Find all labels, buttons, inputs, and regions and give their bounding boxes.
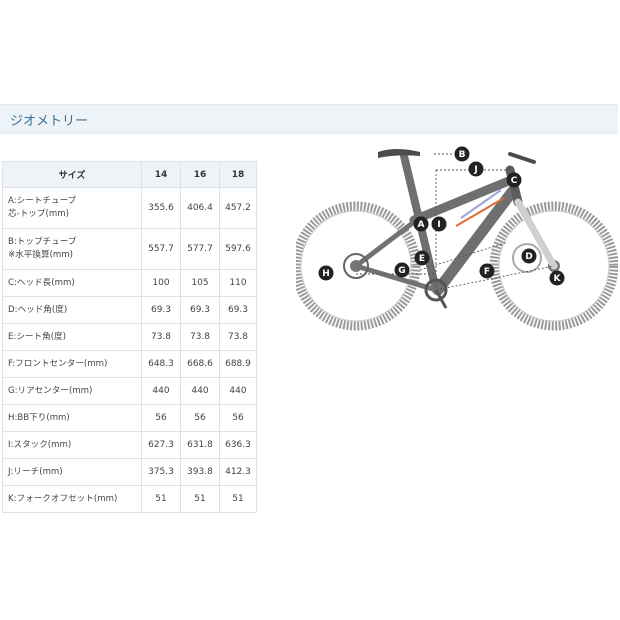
row-label: G:リアセンター(mm) xyxy=(2,377,142,405)
row-label: D:ヘッド角(度) xyxy=(2,296,142,324)
cell-value: 51 xyxy=(141,485,181,513)
cell-value: 100 xyxy=(141,269,181,297)
marker-i: I xyxy=(431,216,447,232)
cell-value: 688.9 xyxy=(219,350,257,378)
cell-value: 56 xyxy=(141,404,181,432)
header-size-16: 16 xyxy=(180,161,220,188)
marker-j: J xyxy=(468,161,484,177)
marker-g: G xyxy=(394,262,410,278)
bike-frame xyxy=(343,152,558,309)
cell-value: 406.4 xyxy=(180,187,220,229)
header-size: サイズ xyxy=(2,161,142,188)
cell-value: 440 xyxy=(180,377,220,405)
cell-value: 440 xyxy=(141,377,181,405)
cell-value: 51 xyxy=(219,485,257,513)
table-row: D:ヘッド角(度) 69.3 69.3 69.3 xyxy=(2,296,257,324)
row-label: I:スタック(mm) xyxy=(2,431,142,459)
cell-value: 557.7 xyxy=(141,228,181,270)
cell-value: 627.3 xyxy=(141,431,181,459)
svg-text:F: F xyxy=(484,267,490,277)
cell-value: 648.3 xyxy=(141,350,181,378)
row-label: H:BB下り(mm) xyxy=(2,404,142,432)
marker-f: F xyxy=(479,263,495,279)
cell-value: 69.3 xyxy=(141,296,181,324)
cell-value: 355.6 xyxy=(141,187,181,229)
table-row: J:リーチ(mm) 375.3 393.8 412.3 xyxy=(2,458,257,486)
cell-value: 412.3 xyxy=(219,458,257,486)
svg-text:D: D xyxy=(525,252,532,262)
table-row: E:シート角(度) 73.8 73.8 73.8 xyxy=(2,323,257,351)
table-row: G:リアセンター(mm) 440 440 440 xyxy=(2,377,257,405)
row-label: K:フォークオフセット(mm) xyxy=(2,485,142,513)
handlebar xyxy=(508,152,536,164)
cell-value: 105 xyxy=(180,269,220,297)
svg-text:A: A xyxy=(418,220,425,230)
svg-text:G: G xyxy=(398,266,405,276)
row-label: C:ヘッド長(mm) xyxy=(2,269,142,297)
marker-e: E xyxy=(414,250,430,266)
header-size-18: 18 xyxy=(219,161,257,188)
svg-text:E: E xyxy=(419,254,425,264)
svg-text:H: H xyxy=(322,269,330,279)
row-label: F:フロントセンター(mm) xyxy=(2,350,142,378)
cell-value: 56 xyxy=(180,404,220,432)
row-label: A:シートチューブ 芯-トップ(mm) xyxy=(2,187,142,229)
row-label: J:リーチ(mm) xyxy=(2,458,142,486)
svg-text:B: B xyxy=(459,150,466,160)
bike-geometry-diagram: A B C D E F G H I J K xyxy=(296,146,618,331)
cell-value: 73.8 xyxy=(180,323,220,351)
cell-value: 597.6 xyxy=(219,228,257,270)
table-row: H:BB下り(mm) 56 56 56 xyxy=(2,404,257,432)
marker-h: H xyxy=(318,265,334,281)
cell-value: 56 xyxy=(219,404,257,432)
table-header-row: サイズ 14 16 18 xyxy=(2,161,257,188)
cell-value: 393.8 xyxy=(180,458,220,486)
cell-value: 375.3 xyxy=(141,458,181,486)
cell-value: 577.7 xyxy=(180,228,220,270)
cell-value: 69.3 xyxy=(180,296,220,324)
cell-value: 110 xyxy=(219,269,257,297)
svg-text:I: I xyxy=(437,220,440,230)
svg-text:K: K xyxy=(554,274,562,284)
cell-value: 73.8 xyxy=(141,323,181,351)
geometry-section-header: ジオメトリー xyxy=(0,104,618,134)
geometry-table: サイズ 14 16 18 A:シートチューブ 芯-トップ(mm) 355.6 40… xyxy=(2,161,257,513)
table-row: K:フォークオフセット(mm) 51 51 51 xyxy=(2,485,257,513)
marker-k: K xyxy=(549,270,565,286)
marker-b: B xyxy=(454,146,470,162)
marker-c: C xyxy=(506,172,522,188)
table-row: F:フロントセンター(mm) 648.3 668.6 688.9 xyxy=(2,350,257,378)
cell-value: 69.3 xyxy=(219,296,257,324)
section-title: ジオメトリー xyxy=(10,114,89,129)
saddle xyxy=(378,149,420,158)
table-row: B:トップチューブ ※水平換算(mm) 557.7 577.7 597.6 xyxy=(2,228,257,270)
table-row: I:スタック(mm) 627.3 631.8 636.3 xyxy=(2,431,257,459)
table-row: C:ヘッド長(mm) 100 105 110 xyxy=(2,269,257,297)
marker-a: A xyxy=(413,216,429,232)
svg-text:C: C xyxy=(511,176,518,186)
table-row: A:シートチューブ 芯-トップ(mm) 355.6 406.4 457.2 xyxy=(2,187,257,229)
cell-value: 73.8 xyxy=(219,323,257,351)
cell-value: 440 xyxy=(219,377,257,405)
svg-text:J: J xyxy=(473,165,477,175)
cell-value: 668.6 xyxy=(180,350,220,378)
cell-value: 51 xyxy=(180,485,220,513)
header-size-14: 14 xyxy=(141,161,181,188)
cell-value: 631.8 xyxy=(180,431,220,459)
row-label: B:トップチューブ ※水平換算(mm) xyxy=(2,228,142,270)
cell-value: 636.3 xyxy=(219,431,257,459)
row-label: E:シート角(度) xyxy=(2,323,142,351)
marker-d: D xyxy=(521,248,537,264)
cell-value: 457.2 xyxy=(219,187,257,229)
